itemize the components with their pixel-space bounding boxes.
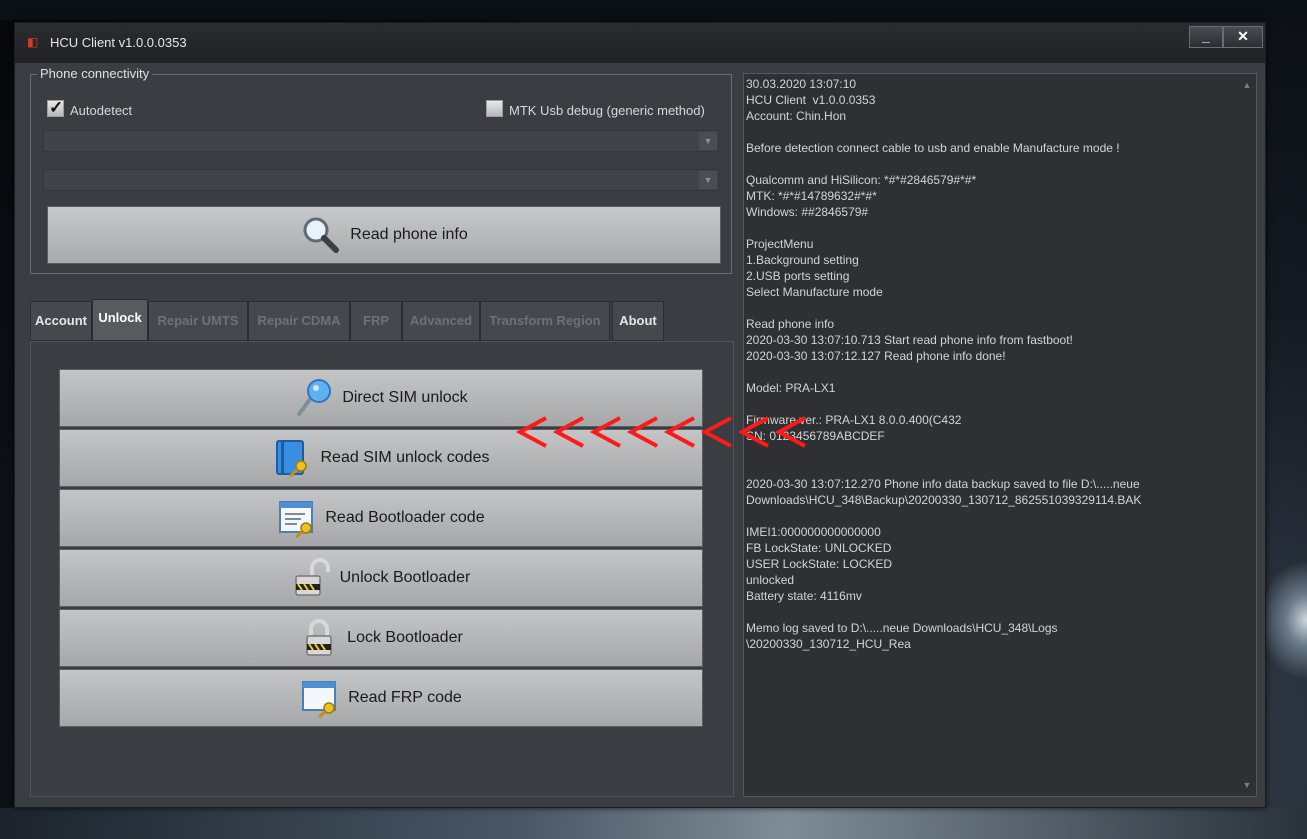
log-line: Battery state: 4116mv (746, 589, 862, 603)
log-line: Memo log saved to D:\.....neue Downloads… (746, 621, 1058, 635)
read-bootloader-code-button[interactable]: Read Bootloader code (59, 489, 703, 547)
tab-unlock[interactable]: Unlock (92, 299, 148, 341)
phone-connectivity-group: Phone connectivity Autodetect MTK Usb de… (30, 66, 732, 274)
tab-transform-region[interactable]: Transform Region (480, 301, 610, 341)
log-line: USER LockState: LOCKED (746, 557, 893, 571)
log-line: 2020-03-30 13:07:10.713 Start read phone… (746, 333, 1073, 347)
model-select[interactable]: ▼ (43, 169, 719, 191)
scroll-down-icon[interactable]: ▼ (1239, 777, 1255, 793)
log-line: 30.03.2020 13:07:10 (746, 77, 857, 91)
log-line: Windows: ##2846579# (746, 205, 869, 219)
unlock-bootloader-label: Unlock Bootloader (339, 569, 471, 586)
red-arrow-icon (552, 416, 584, 448)
app-icon: ◧ (27, 35, 39, 49)
log-line: ProjectMenu (746, 237, 814, 251)
autodetect-checkbox[interactable] (47, 98, 64, 118)
tab-repair-umts[interactable]: Repair UMTS (148, 301, 248, 341)
chevron-down-icon[interactable]: ▼ (699, 132, 717, 150)
red-arrow-icon (737, 416, 769, 448)
read-phone-info-button[interactable]: Read phone info (47, 206, 721, 264)
log-line: Before detection connect cable to usb an… (746, 141, 1120, 155)
direct-sim-unlock-label: Direct SIM unlock (342, 389, 468, 406)
annotation-arrows (516, 416, 806, 448)
log-line: Account: Chin.Hon (746, 109, 847, 123)
read-bootloader-code-label: Read Bootloader code (325, 509, 485, 526)
log-text: 30.03.2020 13:07:10 HCU Client v1.0.0.035… (746, 76, 1236, 652)
group-title: Phone connectivity (37, 66, 153, 81)
title-bar[interactable]: ◧ HCU Client v1.0.0.0353 _ ✕ (15, 23, 1265, 63)
port-select[interactable]: ▼ (43, 130, 719, 152)
tab-frp[interactable]: FRP (350, 301, 402, 341)
log-line: Model: PRA-LX1 (746, 381, 836, 395)
log-line: 2020-03-30 13:07:12.270 Phone info data … (746, 477, 1140, 491)
log-line: Select Manufacture mode (746, 285, 883, 299)
scroll-up-icon[interactable]: ▲ (1239, 77, 1255, 93)
log-line: FB LockState: UNLOCKED (746, 541, 892, 555)
key-icon (297, 379, 332, 416)
read-frp-code-button[interactable]: Read FRP code (59, 669, 703, 727)
unlock-bootloader-button[interactable]: Unlock Bootloader (59, 549, 703, 607)
close-button[interactable]: ✕ (1223, 26, 1263, 48)
unlock-tab-panel: Direct SIM unlock Read SIM unlock codes (30, 341, 734, 797)
log-line: \20200330_130712_HCU_Rea (746, 637, 911, 651)
desktop-strip (0, 0, 1307, 20)
red-arrow-icon (626, 416, 658, 448)
log-line: 1.Background setting (746, 253, 859, 267)
log-line: Qualcomm and HiSilicon: *#*#2846579#*#* (746, 173, 977, 187)
mtk-usb-debug-label: MTK Usb debug (generic method) (509, 103, 705, 118)
padlock-closed-icon (306, 619, 332, 656)
red-arrow-icon (700, 416, 732, 448)
lock-bootloader-button[interactable]: Lock Bootloader (59, 609, 703, 667)
red-arrow-icon (516, 416, 547, 448)
log-line: HCU Client v1.0.0.0353 (746, 93, 876, 107)
log-line: IMEI1:000000000000000 (746, 525, 881, 539)
log-line: 2020-03-30 13:07:12.127 Read phone info … (746, 349, 1006, 363)
log-line: unlocked (746, 573, 795, 587)
log-line: 2.USB ports setting (746, 269, 850, 283)
window-title: HCU Client v1.0.0.0353 (50, 35, 187, 50)
log-line: Downloads\HCU_348\Backup\20200330_130712… (746, 493, 1142, 507)
log-line: MTK: *#*#14789632#*#* (746, 189, 877, 203)
lock-bootloader-label: Lock Bootloader (347, 629, 463, 646)
tab-about[interactable]: About (612, 301, 664, 341)
magnifier-icon (303, 217, 340, 253)
red-arrow-icon (663, 416, 695, 448)
read-sim-unlock-codes-label: Read SIM unlock codes (320, 449, 490, 466)
tab-repair-cdma[interactable]: Repair CDMA (248, 301, 350, 341)
log-scrollbar[interactable]: ▲ ▼ (1239, 75, 1255, 795)
padlock-open-icon (294, 558, 330, 596)
red-arrow-icon (589, 416, 621, 448)
book-key-icon (275, 440, 307, 478)
read-phone-info-label: Read phone info (350, 226, 468, 243)
minimize-button[interactable]: _ (1189, 26, 1223, 48)
mtk-usb-debug-checkbox[interactable] (486, 100, 503, 117)
chevron-down-icon[interactable]: ▼ (699, 171, 717, 189)
window-key-icon (302, 681, 337, 718)
tab-advanced[interactable]: Advanced (402, 301, 480, 341)
red-arrow-icon (774, 416, 806, 448)
document-key-icon (279, 501, 314, 538)
autodetect-label: Autodetect (70, 103, 133, 118)
log-line: Read phone info (746, 317, 835, 331)
tab-account[interactable]: Account (30, 301, 92, 341)
read-frp-code-label: Read FRP code (348, 689, 462, 706)
desktop-wallpaper-bottom (0, 808, 1307, 839)
